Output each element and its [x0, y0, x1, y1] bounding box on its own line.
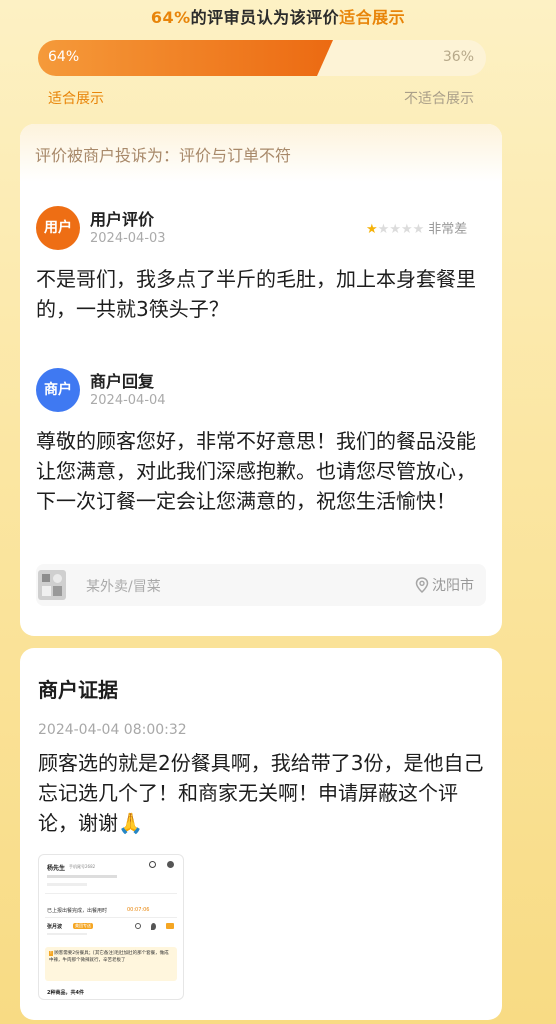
- thumb-message-icon: [166, 923, 174, 929]
- vote-summary-highlight: 适合展示: [339, 8, 406, 27]
- thumb-rider-tag: 美团专送: [73, 923, 93, 929]
- thumb-map-icon: [151, 923, 156, 930]
- shop-name: 某外卖/冒菜: [86, 579, 161, 595]
- thumb-phone: 手机尾号2682: [69, 864, 96, 869]
- merchant-avatar: 商户: [36, 368, 80, 412]
- thumb-items: 2种商品，共4件: [47, 990, 84, 996]
- vote-suitable-percent: 64%: [48, 49, 80, 65]
- user-avatar: 用户: [36, 206, 80, 250]
- thumb-customer: 杨先生: [47, 865, 66, 872]
- user-review-date: 2024-04-03: [90, 231, 166, 246]
- complaint-header: 评价被商户投诉为：评价与订单不符: [20, 124, 502, 182]
- star-filled-icon: ★: [366, 222, 378, 237]
- review-card: 评价被商户投诉为：评价与订单不符 用户 用户评价 2024-04-03 ★★★★…: [20, 124, 502, 636]
- thumb-note-text: 顾客需要2份餐具；[其它备注]毛肚加肚的那个套餐，做成中辣，牛肉那个微辣就行，辛…: [49, 951, 169, 963]
- thumb-order-note: ! 顾客需要2份餐具；[其它备注]毛肚加肚的那个套餐，做成中辣，牛肉那个微辣就行…: [45, 947, 177, 981]
- evidence-screenshot-thumbnail[interactable]: 杨先生 手机尾号2682 已上报出餐完成，出餐用时 00:07:06 张月波 美…: [38, 854, 184, 1000]
- star-empty-icon: ★: [389, 222, 401, 237]
- vote-percent: 64%: [150, 8, 191, 27]
- thumb-chat-icon: [167, 861, 174, 868]
- thumb-duration: 00:07:06: [127, 907, 150, 913]
- merchant-reply-section: 商户 商户回复 2024-04-04 尊敬的顾客您好，非常不好意思！我们的餐品没…: [36, 368, 492, 558]
- vote-unsuitable-label: 不适合展示: [404, 91, 474, 107]
- thumb-rider: 张月波: [47, 924, 63, 930]
- merchant-evidence-card: 商户证据 2024-04-04 08:00:32 顾客选的就是2份餐具啊，我给带…: [20, 648, 502, 1020]
- shop-thumbnail: [38, 570, 66, 600]
- shop-info-bar[interactable]: 某外卖/冒菜 沈阳市: [36, 564, 486, 606]
- user-review-section: 用户 用户评价 2024-04-03 ★★★★★ 非常差 不是哥们，我多点了半斤的…: [36, 206, 492, 356]
- user-review-text: 不是哥们，我多点了半斤的毛肚，加上本身套餐里的，一共就3筷头子？: [36, 267, 476, 321]
- vote-progress-bar: 64% 36%: [38, 40, 486, 76]
- evidence-text: 顾客选的就是2份餐具啊，我给带了3份，是他自己忘记选几个了！和商家无关啊！申请屏…: [38, 751, 484, 835]
- vote-suitable-segment: [38, 40, 333, 76]
- location-pin-icon: [415, 577, 429, 594]
- shop-location-text: 沈阳市: [432, 578, 474, 594]
- vote-summary-middle: 的评审员认为该评价: [190, 8, 340, 27]
- thumb-status: 已上报出餐完成，出餐用时: [47, 908, 108, 914]
- thumb-phone-icon: [149, 861, 156, 868]
- merchant-reply-date: 2024-04-04: [90, 393, 166, 408]
- evidence-time: 2024-04-04 08:00:32: [38, 722, 187, 738]
- star-empty-icon: ★: [412, 222, 425, 237]
- vote-unsuitable-percent: 36%: [442, 49, 474, 65]
- rating-text: 非常差: [428, 222, 468, 237]
- evidence-title: 商户证据: [38, 678, 118, 702]
- merchant-reply-text: 尊敬的顾客您好，非常不好意思！我们的餐品没能让您满意，对此我们深感抱歉。也请您尽…: [36, 429, 476, 513]
- star-empty-icon: ★: [377, 222, 390, 237]
- shop-location: 沈阳市: [415, 575, 474, 595]
- merchant-reply-title: 商户回复: [90, 372, 155, 391]
- star-rating: ★★★★★ 非常差: [366, 218, 467, 237]
- star-empty-icon: ★: [400, 222, 413, 237]
- user-review-title: 用户评价: [90, 210, 155, 229]
- vote-summary-title: 64%的评审员认为该评价适合展示: [0, 4, 556, 28]
- thumb-call-icon: [135, 923, 141, 929]
- vote-suitable-label: 适合展示: [48, 91, 104, 107]
